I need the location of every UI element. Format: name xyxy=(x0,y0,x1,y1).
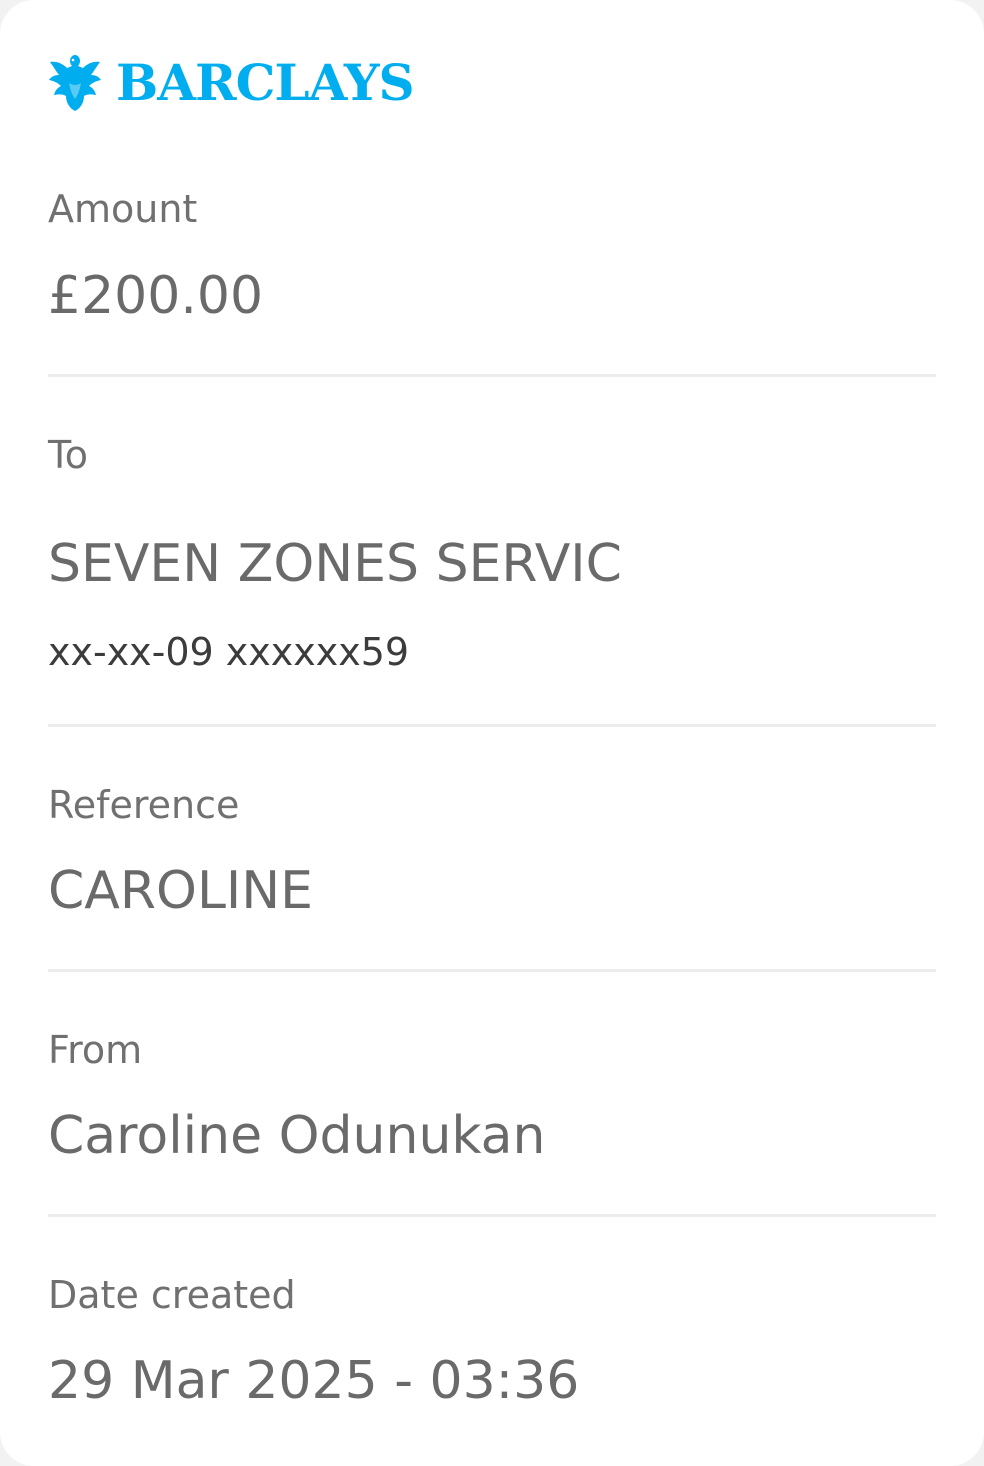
from-label: From xyxy=(48,1028,143,1072)
reference-value: CAROLINE xyxy=(48,861,314,921)
payee-account-number: xx-xx-09 xxxxxx59 xyxy=(48,630,410,674)
eagle-icon xyxy=(49,55,101,111)
payee-name: SEVEN ZONES SERVIC xyxy=(48,534,622,594)
divider xyxy=(48,724,936,727)
divider xyxy=(48,969,936,972)
date-created-value: 29 Mar 2025 - 03:36 xyxy=(48,1351,580,1411)
amount-value: £200.00 xyxy=(48,266,264,326)
payment-receipt-card: BARCLAYS Amount £200.00 To SEVEN ZONES S… xyxy=(0,0,984,1466)
date-created-label: Date created xyxy=(48,1273,296,1317)
divider xyxy=(48,374,936,377)
divider xyxy=(48,1214,936,1217)
brand-name: BARCLAYS xyxy=(116,53,415,112)
from-value: Caroline Odunukan xyxy=(48,1106,546,1166)
reference-label: Reference xyxy=(48,783,240,827)
to-label: To xyxy=(48,433,89,477)
amount-label: Amount xyxy=(48,187,198,231)
barclays-logo: BARCLAYS xyxy=(48,52,415,114)
